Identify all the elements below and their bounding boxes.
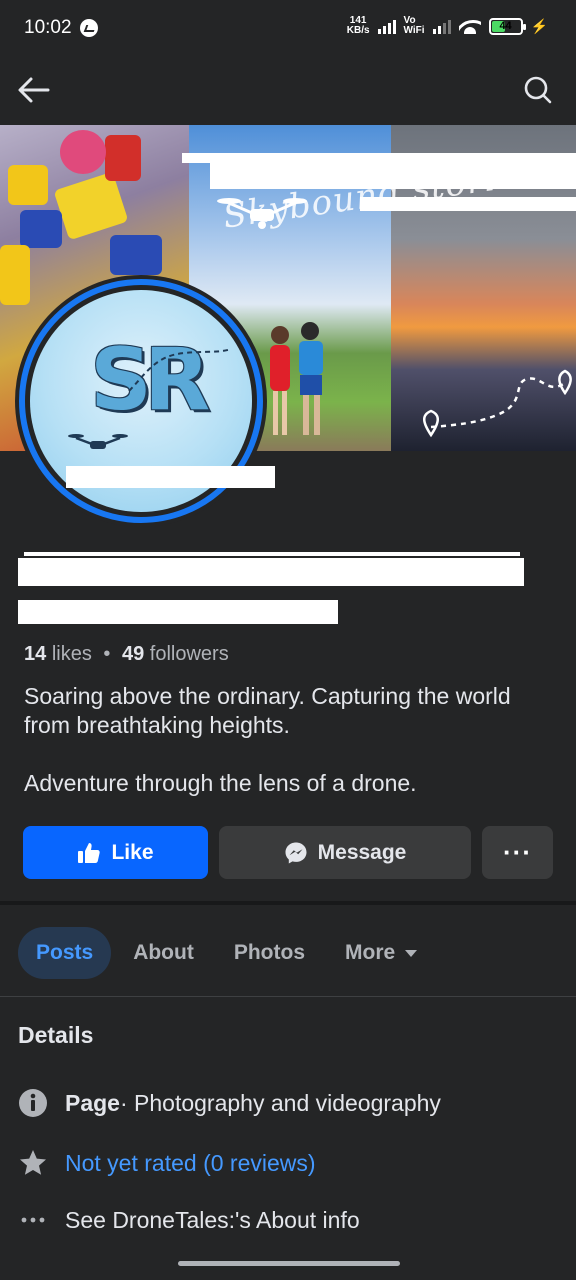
tab-more-label: More (345, 941, 396, 964)
network-speed-unit: KB/s (346, 25, 370, 36)
battery-icon: 44 (488, 17, 526, 35)
redaction-bar (66, 466, 275, 488)
tab-posts-label: Posts (36, 941, 94, 964)
more-options-button[interactable]: ··· (482, 826, 553, 879)
wifi-icon (458, 18, 481, 34)
detail-about-info[interactable]: See DroneTales:'s About info (18, 1205, 360, 1235)
details-heading: Details (18, 1022, 94, 1048)
tab-about[interactable]: About (115, 927, 212, 979)
more-horizontal-icon (18, 1205, 48, 1235)
star-icon (18, 1148, 48, 1178)
message-button-label: Message (317, 840, 407, 864)
redaction-bar (24, 552, 520, 556)
page-bio: Soaring above the ordinary. Capturing th… (24, 682, 554, 798)
tab-photos[interactable]: Photos (216, 927, 323, 979)
thumbs-up-icon (78, 842, 101, 863)
cell-signal-icon (377, 18, 396, 34)
page-name-redaction-2 (18, 600, 338, 624)
status-icons: 141 KB/s Vo WiFi 44 ⚡ (347, 16, 548, 36)
like-button[interactable]: Like (23, 826, 208, 879)
stats-separator: • (103, 643, 111, 665)
arrow-left-icon (18, 77, 50, 103)
vowifi-indicator: Vo WiFi (404, 16, 425, 36)
page-name-redaction-1 (18, 558, 524, 586)
cell-signal-2-icon (432, 18, 451, 34)
drone-logo-icon (68, 434, 128, 449)
redaction-bar (360, 197, 576, 211)
flight-path-icon (128, 348, 232, 392)
detail-rating-link[interactable]: Not yet rated (0 reviews) (65, 1150, 316, 1177)
tab-photos-label: Photos (233, 941, 306, 964)
search-icon (524, 76, 552, 104)
detail-page-category: Page · Photography and videography (18, 1088, 441, 1118)
like-button-label: Like (111, 840, 154, 864)
children-figures (270, 322, 323, 435)
charging-icon: ⚡ (530, 17, 548, 34)
vowifi-bottom: WiFi (403, 25, 425, 36)
detail-page-category-text: · Photography and videography (119, 1089, 441, 1116)
status-bar: 10:02 141 KB/s Vo WiFi 44 ⚡ (0, 0, 576, 56)
messenger-notification-icon (79, 19, 98, 37)
more-dots-icon: ··· (503, 837, 532, 867)
caret-down-icon (405, 949, 418, 957)
back-button[interactable] (14, 70, 54, 110)
followers-count: 49 (121, 643, 145, 665)
tab-more[interactable]: More (327, 927, 435, 979)
followers-label: followers (149, 643, 229, 665)
messenger-icon (285, 842, 307, 863)
likes-count: 14 (24, 643, 47, 665)
home-indicator[interactable] (178, 1261, 400, 1266)
likes-label: likes (51, 643, 92, 665)
bio-line-2: Adventure through the lens of a drone. (24, 770, 417, 796)
search-button[interactable] (518, 70, 558, 110)
page-stats[interactable]: 14 likes • 49 followers (24, 643, 229, 666)
detail-page-label: Page (65, 1089, 120, 1116)
tabs-divider (0, 996, 576, 997)
bio-line-1: Soaring above the ordinary. Capturing th… (24, 683, 511, 738)
message-button[interactable]: Message (219, 826, 471, 879)
status-time: 10:02 (24, 17, 72, 38)
redaction-bar (210, 163, 576, 189)
tab-about-label: About (133, 941, 194, 964)
detail-about-info-text: See DroneTales:'s About info (65, 1206, 360, 1233)
profile-tabs: Posts About Photos More (18, 927, 439, 979)
section-divider (0, 901, 576, 905)
detail-rating[interactable]: Not yet rated (0 reviews) (18, 1148, 316, 1178)
profile-avatar[interactable]: SR (15, 275, 267, 527)
info-icon (18, 1088, 48, 1118)
redaction-bar (182, 153, 576, 163)
network-speed: 141 KB/s (347, 16, 370, 36)
tab-posts[interactable]: Posts (18, 927, 112, 979)
top-nav-bar (0, 60, 576, 120)
travel-route-icon (423, 369, 572, 438)
battery-level: 44 (499, 20, 512, 32)
